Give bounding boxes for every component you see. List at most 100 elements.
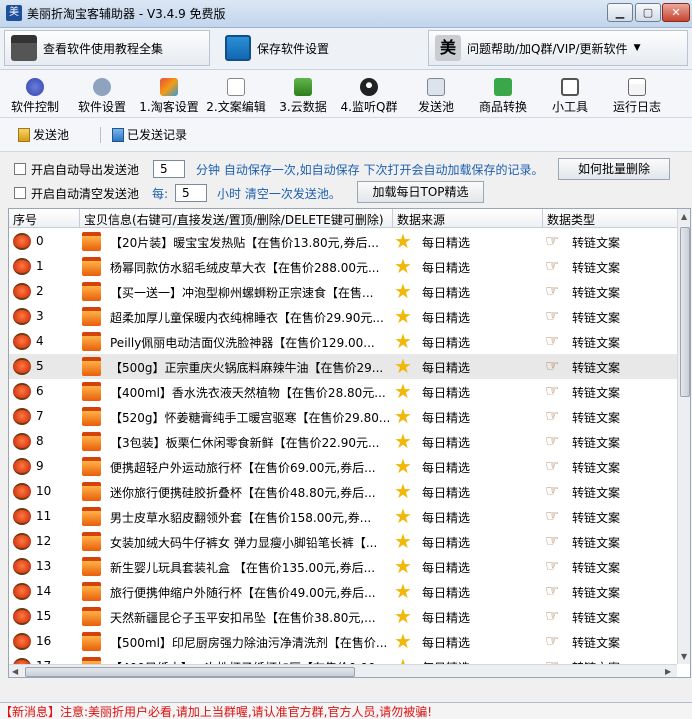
table-row[interactable]: 1 杨幂同款仿水貂毛绒皮草大衣【在售价288.00元... ★ 每日精选 ☞ 转链文案 xyxy=(9,254,677,279)
tool-taoke-settings[interactable]: 1.淘客设置 xyxy=(139,72,199,116)
row-item-info: 【3包装】板栗仁休闲零食新鲜【在售价22.90元... xyxy=(110,436,380,450)
table-row[interactable]: 14 旅行便携伸缩户外随行杯【在售价49.00元,券后... ★ 每日精选 ☞ 转链文案 xyxy=(9,579,677,604)
pointing-hand-icon: ☞ xyxy=(545,331,560,350)
auto-clear-note: 小时 清空一次发送池。 xyxy=(217,187,341,201)
shopping-bag-icon xyxy=(82,357,101,376)
vertical-scrollbar[interactable]: ▲ ▼ xyxy=(677,209,690,664)
lantern-icon xyxy=(13,333,31,350)
table-row[interactable]: 5 【500g】正宗重庆火锅底料麻辣牛油【在售价29... ★ 每日精选 ☞ 转链文案 xyxy=(9,354,677,379)
table-row[interactable]: 9 便携超轻户外运动旅行杯【在售价69.00元,券后... ★ 每日精选 ☞ 转链文案 xyxy=(9,454,677,479)
column-header-index[interactable]: 序号 xyxy=(13,211,37,228)
minimize-button[interactable]: ▁ xyxy=(607,3,633,22)
row-type: 转链文案 xyxy=(572,261,621,275)
row-item-info: 男士皮草水貂皮翻领外套【在售价158.00元,券... xyxy=(110,511,372,525)
table-row[interactable]: 11 男士皮草水貂皮翻领外套【在售价158.00元,券... ★ 每日精选 ☞ 转链文案 xyxy=(9,504,677,529)
load-daily-top-button[interactable]: 加载每日TOP精选 xyxy=(357,181,484,203)
column-header-source[interactable]: 数据来源 xyxy=(397,211,445,228)
row-type: 转链文案 xyxy=(572,411,621,425)
row-index: 11 xyxy=(36,509,52,523)
lantern-icon xyxy=(13,558,31,575)
auto-clear-label: 开启自动清空发送池 xyxy=(31,187,140,201)
tool-copy-edit[interactable]: 2.文案编辑 xyxy=(206,72,266,116)
scroll-right-icon[interactable]: ▶ xyxy=(665,667,671,676)
pointing-hand-icon: ☞ xyxy=(545,481,560,500)
top-action-bar: 查看软件使用教程全集 保存软件设置 美 问题帮助/加Q群/VIP/更新软件 ▼ xyxy=(0,28,692,70)
table-row[interactable]: 7 【520g】怀姜糖膏纯手工暖宫驱寒【在售价29.80... ★ 每日精选 ☞ 转链文案 xyxy=(9,404,677,429)
status-bar: 【新消息】注意:美丽折用户必看,请加上当群喔,请认准官方群,官方人员,请勿被骗! xyxy=(0,702,692,719)
row-type: 转链文案 xyxy=(572,311,621,325)
table-row[interactable]: 8 【3包装】板栗仁休闲零食新鲜【在售价22.90元... ★ 每日精选 ☞ 转链文案 xyxy=(9,429,677,454)
pointing-hand-icon: ☞ xyxy=(545,431,560,450)
help-logo-icon: 美 xyxy=(435,35,461,61)
star-icon: ★ xyxy=(394,354,412,378)
tool-cloud-data[interactable]: 3.云数据 xyxy=(274,72,332,116)
row-type: 转链文案 xyxy=(572,436,621,450)
column-header-info[interactable]: 宝贝信息(右键可/直接发送/置顶/删除/DELETE键可删除) xyxy=(84,211,384,228)
horizontal-scrollbar[interactable]: ◀ ▶ xyxy=(9,664,677,677)
table-row[interactable]: 4 Peilly佩丽电动洁面仪洗脸神器【在售价129.00... ★ 每日精选 ☞ 转链文… xyxy=(9,329,677,354)
lantern-icon xyxy=(13,583,31,600)
tool-software-settings[interactable]: 软件设置 xyxy=(73,72,131,116)
auto-clear-checkbox[interactable] xyxy=(14,187,26,199)
table-row[interactable]: 2 【买一送一】冲泡型柳州螺蛳粉正宗速食【在售... ★ 每日精选 ☞ 转链文案 xyxy=(9,279,677,304)
table-row[interactable]: 15 天然新疆昆仑子玉平安扣吊坠【在售价38.80元,... ★ 每日精选 ☞ 转链文案 xyxy=(9,604,677,629)
batch-delete-help-button[interactable]: 如何批量删除 xyxy=(558,158,670,180)
table-row[interactable]: 16 【500ml】印尼厨房强力除油污净清洗剂【在售价... ★ 每日精选 ☞ 转链文案 xyxy=(9,629,677,654)
auto-export-minutes-input[interactable]: 5 xyxy=(153,160,185,178)
row-item-info: 旅行便携伸缩户外随行杯【在售价49.00元,券后... xyxy=(110,586,376,600)
star-icon: ★ xyxy=(394,304,412,328)
table-row[interactable]: 0 【20片装】暖宝宝发热贴【在售价13.80元,券后... ★ 每日精选 ☞ 转链文案 xyxy=(9,229,677,254)
auto-export-checkbox[interactable] xyxy=(14,163,26,175)
tab-sent-records[interactable]: 已发送记录 xyxy=(112,126,187,143)
horizontal-scroll-thumb[interactable] xyxy=(25,667,355,677)
row-source: 每日精选 xyxy=(422,236,471,250)
sub-tab-bar: 发送池 已发送记录 xyxy=(0,118,692,152)
tool-small-tools[interactable]: 小工具 xyxy=(541,72,599,116)
help-button[interactable]: 美 问题帮助/加Q群/VIP/更新软件 ▼ xyxy=(428,30,688,66)
tab-send-pool[interactable]: 发送池 xyxy=(18,126,69,143)
lantern-icon xyxy=(13,358,31,375)
scroll-left-icon[interactable]: ◀ xyxy=(12,667,18,676)
table-row[interactable]: 12 女装加绒大码牛仔裤女 弹力显瘦小脚铅笔长裤【... ★ 每日精选 ☞ 转链文案 xyxy=(9,529,677,554)
maximize-button[interactable]: ▢ xyxy=(635,3,661,22)
row-source: 每日精选 xyxy=(422,436,471,450)
row-type: 转链文案 xyxy=(572,586,621,600)
table-row[interactable]: 6 【400ml】香水洗衣液天然植物【在售价28.80元... ★ 每日精选 ☞ 转链文案 xyxy=(9,379,677,404)
row-item-info: 新生婴儿玩具套装礼盒 【在售价135.00元,券后... xyxy=(110,561,376,575)
star-icon: ★ xyxy=(394,254,412,278)
row-type: 转链文案 xyxy=(572,286,621,300)
row-source: 每日精选 xyxy=(422,461,471,475)
refresh-icon xyxy=(494,78,512,96)
table-row[interactable]: 10 迷你旅行便携硅胶折叠杯【在售价48.80元,券后... ★ 每日精选 ☞ 转链文案 xyxy=(9,479,677,504)
pointing-hand-icon: ☞ xyxy=(545,381,560,400)
tool-send-pool[interactable]: 发送池 xyxy=(407,72,465,116)
star-icon: ★ xyxy=(394,329,412,353)
table-row[interactable]: 3 超柔加厚儿童保暖内衣纯棉睡衣【在售价29.90元... ★ 每日精选 ☞ 转链文案 xyxy=(9,304,677,329)
row-type: 转链文案 xyxy=(572,536,621,550)
tool-product-convert[interactable]: 商品转换 xyxy=(474,72,532,116)
send-icon xyxy=(427,78,445,96)
tutorial-button[interactable]: 查看软件使用教程全集 xyxy=(4,30,210,66)
auto-clear-hours-input[interactable]: 5 xyxy=(175,184,207,202)
tutorial-label: 查看软件使用教程全集 xyxy=(43,41,164,56)
column-header-type[interactable]: 数据类型 xyxy=(547,211,595,228)
auto-export-row: 开启自动导出发送池 5 分钟 自动保存一次,如自动保存 下次打开会自动加载保存的… xyxy=(0,156,692,182)
table-row[interactable]: 13 新生婴儿玩具套装礼盒 【在售价135.00元,券后... ★ 每日精选 ☞ 转链文案 xyxy=(9,554,677,579)
scroll-down-icon[interactable]: ▼ xyxy=(681,652,687,661)
scroll-up-icon[interactable]: ▲ xyxy=(681,212,687,221)
column-divider[interactable] xyxy=(79,209,80,228)
title-bar: 美 美丽折淘宝客辅助器 - V3.4.9 免费版 ▁ ▢ ✕ xyxy=(0,0,692,28)
lantern-icon xyxy=(13,233,31,250)
tool-monitor-qgroup[interactable]: 4.监听Q群 xyxy=(340,72,398,116)
vertical-scroll-thumb[interactable] xyxy=(680,227,690,397)
save-settings-button[interactable]: 保存软件设置 xyxy=(218,30,418,66)
tool-software-control[interactable]: 软件控制 xyxy=(6,72,64,116)
column-divider[interactable] xyxy=(542,209,543,228)
close-button[interactable]: ✕ xyxy=(662,3,690,22)
column-divider[interactable] xyxy=(392,209,393,228)
row-index: 10 xyxy=(36,484,52,498)
shopping-bag-icon xyxy=(82,507,101,526)
lantern-icon xyxy=(13,308,31,325)
row-item-info: 【20片装】暖宝宝发热贴【在售价13.80元,券后... xyxy=(110,236,379,250)
tool-run-log[interactable]: 运行日志 xyxy=(608,72,666,116)
